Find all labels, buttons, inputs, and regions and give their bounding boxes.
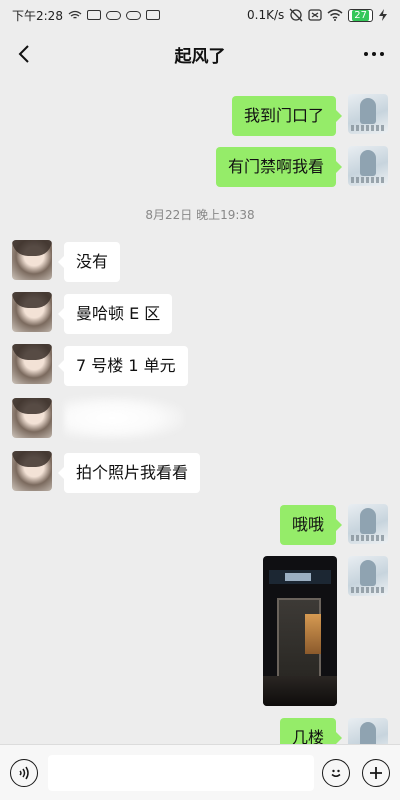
wifi-small-icon — [68, 10, 82, 19]
status-time: 下午2:28 — [12, 8, 63, 23]
my-avatar[interactable] — [348, 94, 388, 134]
message-bubble-incoming[interactable]: 没有 — [57, 242, 121, 282]
battery-indicator: 27 — [348, 8, 373, 22]
avatar-caption — [351, 535, 385, 541]
message-bubble-outgoing[interactable]: 有门禁啊我看 — [215, 147, 343, 187]
message-text: 拍个照片我看看 — [76, 463, 189, 482]
avatar-hair — [12, 451, 52, 467]
avatar-caption — [351, 125, 385, 131]
message-text: 曼哈顿 E 区 — [76, 304, 161, 323]
cloud-icon — [105, 10, 121, 20]
my-avatar[interactable] — [348, 556, 388, 596]
avatar-figure — [360, 560, 376, 586]
chat-title: 起风了 — [174, 46, 226, 67]
avatar-figure — [360, 150, 376, 176]
blurred-message-bubble[interactable] — [64, 396, 184, 440]
battery-level: 27 — [352, 9, 369, 21]
status-left: 下午2:28 — [12, 7, 160, 24]
image-icon — [86, 10, 101, 20]
photo-sign-text — [285, 573, 311, 581]
message-text: 没有 — [76, 252, 109, 271]
message-input[interactable] — [48, 755, 314, 791]
avatar-figure — [360, 508, 376, 534]
more-dot — [380, 52, 384, 56]
cloud-icon-2 — [125, 10, 141, 20]
notification-icon — [145, 10, 160, 20]
contact-avatar[interactable] — [12, 344, 52, 384]
message-bubble-outgoing[interactable]: 我到门口了 — [231, 96, 343, 136]
chevron-left-icon — [18, 45, 29, 63]
alarm-off-icon — [289, 8, 303, 22]
chat-timestamp: 8月22日 晚上19:38 — [145, 208, 255, 222]
voice-button[interactable] — [10, 759, 38, 787]
charging-icon — [379, 9, 387, 21]
photo-light — [305, 614, 321, 654]
avatar-hair — [12, 398, 52, 414]
avatar-figure — [360, 98, 376, 124]
contact-avatar[interactable] — [12, 292, 52, 332]
plus-button[interactable] — [362, 759, 390, 787]
message-text: 哦哦 — [291, 515, 324, 534]
avatar-hair — [12, 344, 52, 360]
message-text: 我到门口了 — [243, 106, 324, 125]
message-bubble-incoming[interactable]: 曼哈顿 E 区 — [57, 294, 173, 334]
avatar-caption — [351, 587, 385, 593]
contact-avatar[interactable] — [12, 451, 52, 491]
avatar-caption — [351, 177, 385, 183]
more-dots-icon — [364, 52, 368, 56]
chat-header: 起风了 — [0, 30, 400, 78]
back-button[interactable] — [10, 40, 38, 68]
message-text: 7 号楼 1 单元 — [76, 356, 176, 375]
more-dot — [372, 52, 376, 56]
sent-photo[interactable] — [263, 556, 337, 706]
status-bar: 下午2:28 0.1K/s 27 — [0, 0, 400, 30]
photo-sign — [269, 570, 331, 584]
contact-avatar[interactable] — [12, 398, 52, 438]
photo-floor — [263, 676, 337, 706]
my-avatar[interactable] — [348, 504, 388, 544]
message-bubble-outgoing[interactable]: 哦哦 — [279, 505, 343, 545]
sim-blocked-icon — [308, 9, 322, 21]
avatar-hair — [12, 240, 52, 256]
more-button[interactable] — [360, 40, 388, 68]
network-speed: 0.1K/s — [247, 8, 285, 22]
my-avatar[interactable] — [348, 146, 388, 186]
plus-icon — [370, 767, 382, 779]
status-right: 0.1K/s 27 — [247, 8, 388, 22]
message-input-bar — [0, 744, 400, 800]
message-text: 有门禁啊我看 — [227, 157, 324, 176]
emoji-icon — [331, 769, 341, 777]
avatar-hair — [12, 292, 52, 308]
wifi-icon — [327, 9, 343, 21]
emoji-button[interactable] — [322, 759, 350, 787]
voice-icon — [19, 766, 29, 780]
message-bubble-incoming[interactable]: 拍个照片我看看 — [57, 453, 201, 493]
message-bubble-incoming[interactable]: 7 号楼 1 单元 — [58, 346, 188, 386]
contact-avatar[interactable] — [12, 240, 52, 280]
